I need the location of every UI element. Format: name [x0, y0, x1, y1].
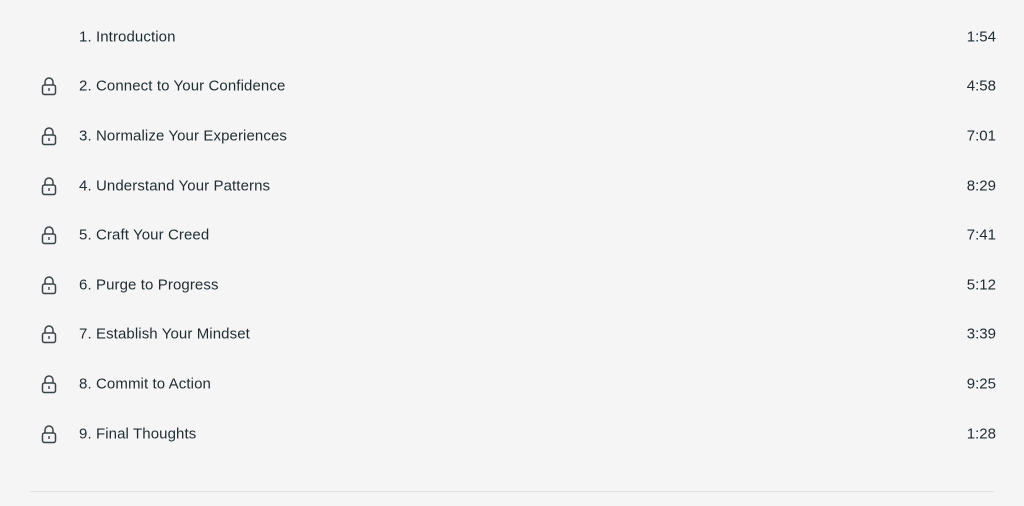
lock-icon — [40, 225, 58, 245]
lesson-row[interactable]: 5. Craft Your Creed 7:41 — [0, 210, 1024, 260]
lesson-row[interactable]: 7. Establish Your Mindset 3:39 — [0, 310, 1024, 360]
lesson-row[interactable]: 3. Normalize Your Experiences 7:01 — [0, 111, 1024, 161]
lesson-duration: 4:58 — [966, 77, 996, 95]
lesson-duration: 1:54 — [966, 28, 996, 46]
lock-icon — [40, 374, 58, 394]
lock-icon — [40, 424, 58, 444]
lesson-duration: 3:39 — [966, 325, 996, 343]
lesson-duration: 1:28 — [966, 425, 996, 443]
lesson-title: 1. Introduction — [79, 28, 176, 46]
lesson-duration: 5:12 — [966, 276, 996, 294]
lesson-title: 3. Normalize Your Experiences — [79, 127, 288, 145]
lesson-duration: 9:25 — [966, 375, 996, 393]
lesson-list: 1. Introduction 1:54 2. Connect to Your Co… — [0, 12, 1024, 458]
lock-icon — [40, 176, 58, 196]
divider — [30, 491, 994, 492]
lock-icon — [40, 126, 58, 146]
lesson-duration: 7:01 — [966, 127, 996, 145]
lesson-row[interactable]: 9. Final Thoughts 1:28 — [0, 409, 1024, 459]
lesson-title: 8. Commit to Action — [79, 375, 211, 393]
lesson-row[interactable]: 1. Introduction 1:54 — [0, 12, 1024, 62]
lesson-row[interactable]: 6. Purge to Progress 5:12 — [0, 260, 1024, 310]
lesson-row[interactable]: 8. Commit to Action 9:25 — [0, 359, 1024, 409]
lesson-row[interactable]: 4. Understand Your Patterns 8:29 — [0, 161, 1024, 211]
lock-icon — [40, 324, 58, 344]
lesson-title: 2. Connect to Your Confidence — [79, 77, 286, 95]
lesson-duration: 8:29 — [966, 177, 996, 195]
lesson-row[interactable]: 2. Connect to Your Confidence 4:58 — [0, 62, 1024, 112]
lock-icon — [40, 76, 58, 96]
lesson-title: 9. Final Thoughts — [79, 425, 197, 443]
lock-icon — [40, 275, 58, 295]
lesson-title: 6. Purge to Progress — [79, 276, 219, 294]
lesson-title: 5. Craft Your Creed — [79, 226, 210, 244]
lesson-title: 4. Understand Your Patterns — [79, 177, 271, 195]
lesson-title: 7. Establish Your Mindset — [79, 325, 250, 343]
lesson-duration: 7:41 — [966, 226, 996, 244]
